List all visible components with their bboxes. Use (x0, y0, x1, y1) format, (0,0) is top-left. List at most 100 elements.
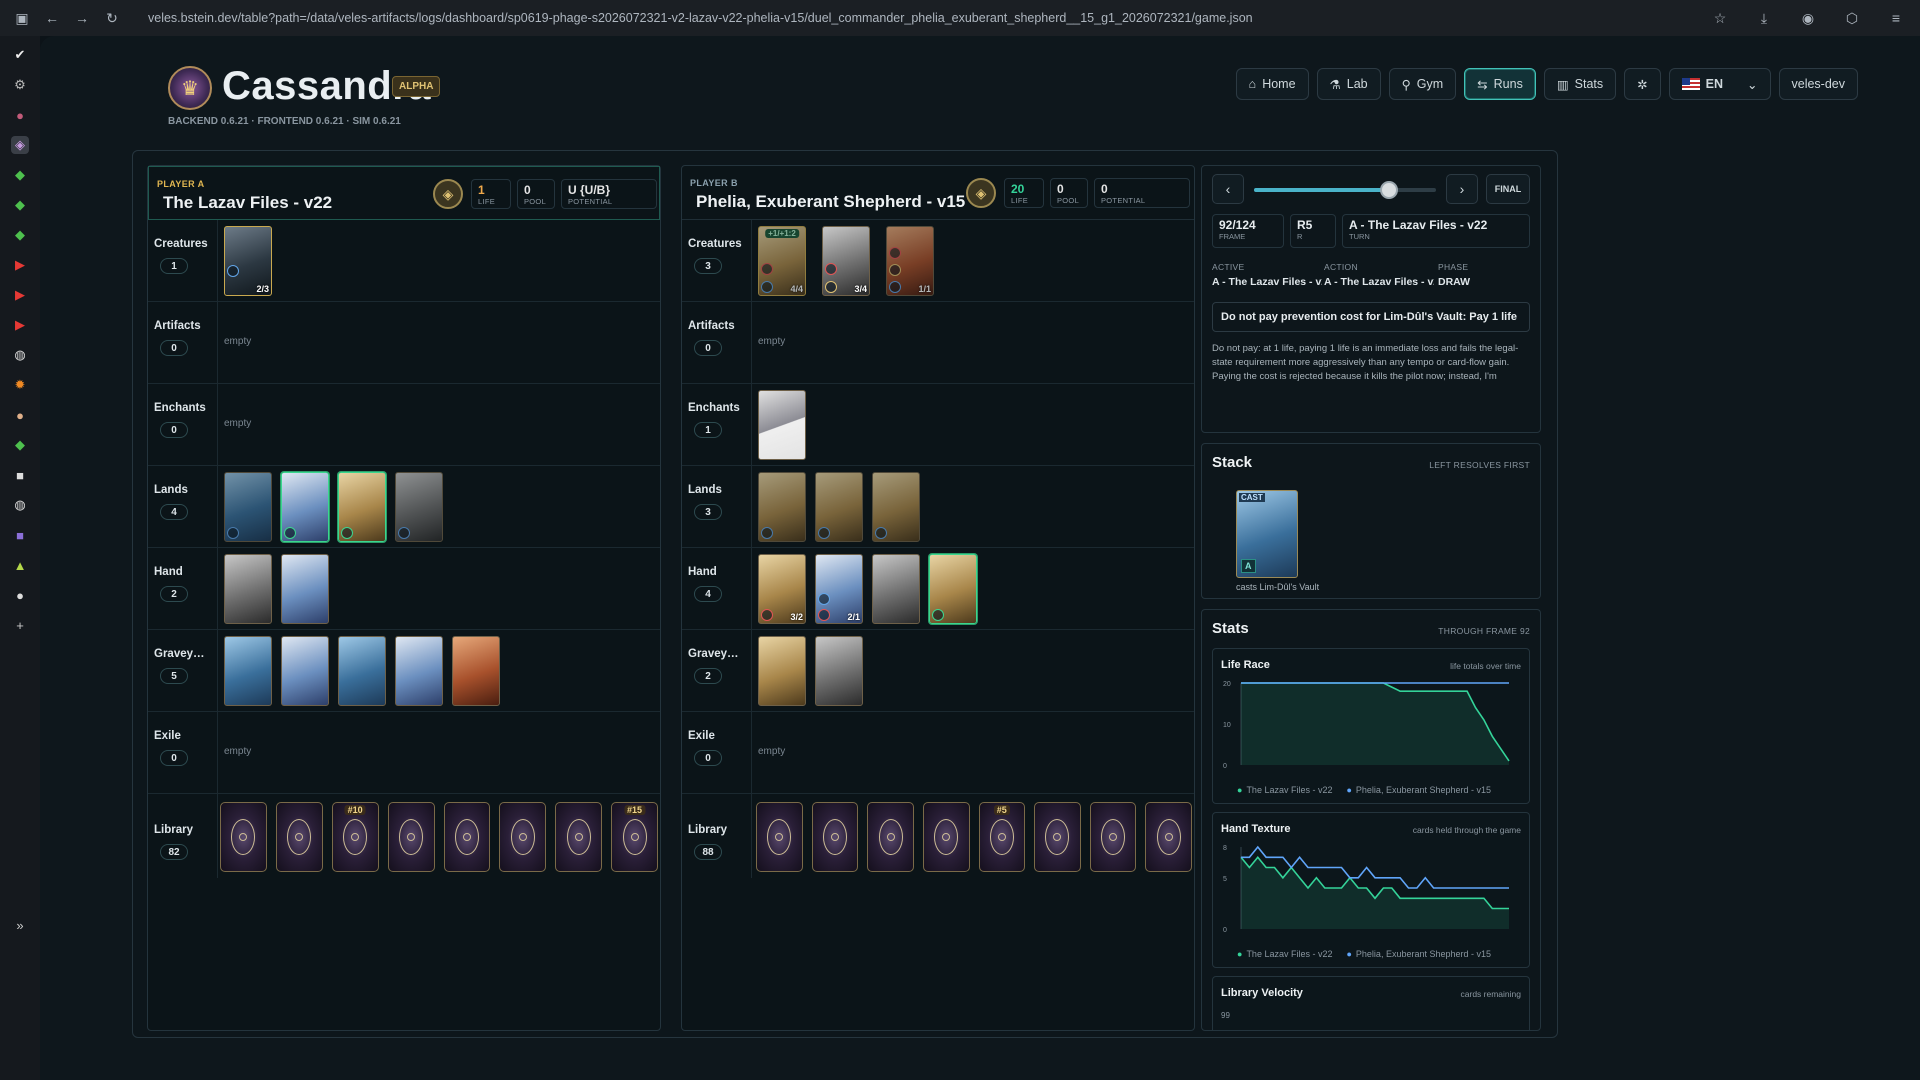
hand-card[interactable]: 3/2 (758, 554, 806, 624)
app-icon[interactable]: ● (11, 106, 29, 124)
graveyard-card[interactable] (758, 636, 806, 706)
back-icon[interactable]: ← (44, 10, 60, 26)
app-icon[interactable]: ◆ (11, 436, 29, 454)
enchantment-card[interactable] (758, 390, 806, 460)
nav-home-button[interactable]: ⌂ Home (1235, 68, 1309, 100)
library-card-back[interactable] (867, 802, 914, 872)
library-card-back[interactable] (1034, 802, 1081, 872)
app-icon[interactable]: ◆ (11, 196, 29, 214)
action-value: A - The Lazav Files - v22 (1324, 276, 1434, 288)
globe-icon[interactable]: ◍ (11, 346, 29, 364)
youtube-icon[interactable]: ▶ (11, 286, 29, 304)
address-bar[interactable]: veles.bstein.dev/table?path=/data/veles-… (148, 11, 1328, 25)
app-icon[interactable]: ✔ (11, 46, 29, 64)
hand-card[interactable] (872, 554, 920, 624)
player-header: PLAYER A The Lazav Files - v22 ◈ 1 LIFE 0… (148, 166, 660, 220)
prohibit-icon (818, 609, 830, 621)
zone-enchants: Enchants 0 empty (148, 384, 660, 466)
library-card-back[interactable] (499, 802, 547, 872)
nav-stats-button[interactable]: ▥ Stats (1543, 68, 1617, 100)
land-card[interactable] (281, 472, 329, 542)
library-card-back[interactable] (220, 802, 267, 872)
library-card-back[interactable] (756, 802, 803, 872)
slider-knob[interactable] (1379, 181, 1398, 199)
zone-name: Creatures (154, 238, 208, 250)
nav-lab-button[interactable]: ⚗ Lab (1316, 68, 1381, 100)
app-icon[interactable]: ✹ (11, 376, 29, 394)
add-icon[interactable]: + (11, 616, 29, 634)
app-icon[interactable]: ◆ (11, 166, 29, 184)
forward-icon[interactable]: → (74, 10, 90, 26)
land-card[interactable] (872, 472, 920, 542)
language-select[interactable]: EN ⌄ (1668, 68, 1771, 100)
user-button[interactable]: veles-dev (1778, 68, 1858, 100)
hand-card[interactable] (281, 554, 329, 624)
graveyard-card[interactable] (395, 636, 443, 706)
graveyard-card[interactable] (224, 636, 272, 706)
y-tick-label: 8 (1223, 845, 1227, 852)
app-icon[interactable]: ▲ (11, 556, 29, 574)
library-card-back[interactable] (811, 802, 859, 872)
creature-card[interactable]: 3/4 (822, 226, 870, 296)
land-card[interactable] (758, 472, 806, 542)
debug-button[interactable]: ✲ (1624, 68, 1661, 100)
commander-icon[interactable]: ◈ (433, 179, 463, 209)
creature-card[interactable]: 1/1 (886, 226, 934, 296)
app-icon[interactable]: ● (11, 586, 29, 604)
zone-count: 4 (694, 586, 722, 602)
app-icon[interactable]: ⚙ (11, 76, 29, 94)
download-icon[interactable]: ⤓ (1756, 10, 1772, 26)
frame-slider[interactable] (1254, 181, 1436, 199)
prev-frame-button[interactable]: ‹ (1212, 174, 1244, 204)
app-icon-active[interactable]: ◈ (11, 136, 29, 154)
player-name: Phelia, Exuberant Shepherd - v15 (696, 192, 966, 211)
hand-card[interactable]: 2/1 (815, 554, 863, 624)
library-card-back[interactable]: #15 (611, 802, 658, 872)
potential-value: 0 (1101, 182, 1108, 196)
graveyard-card[interactable] (338, 636, 386, 706)
commander-icon[interactable]: ◈ (966, 178, 996, 208)
library-card-back[interactable] (555, 802, 603, 872)
hand-card[interactable] (929, 554, 977, 624)
library-card-back[interactable] (275, 802, 323, 872)
library-card-back[interactable] (1145, 802, 1192, 872)
creature-card[interactable]: 2/3 (224, 226, 272, 296)
app-icon[interactable]: ■ (11, 526, 29, 544)
account-icon[interactable]: ◉ (1800, 10, 1816, 26)
app-icon[interactable]: ◆ (11, 226, 29, 244)
app-icon[interactable]: ● (11, 406, 29, 424)
stack-card[interactable]: CAST A (1236, 490, 1298, 578)
creature-card[interactable]: +1/+1:2 4/4 (758, 226, 806, 296)
graveyard-card[interactable] (281, 636, 329, 706)
hand-card[interactable] (224, 554, 272, 624)
app-icon[interactable]: ■ (11, 466, 29, 484)
menu-icon[interactable]: ≡ (1888, 10, 1904, 26)
land-card[interactable] (815, 472, 863, 542)
youtube-icon[interactable]: ▶ (11, 256, 29, 274)
globe-icon[interactable]: ◍ (11, 496, 29, 514)
final-button[interactable]: FINAL (1486, 174, 1530, 204)
graveyard-card[interactable] (815, 636, 863, 706)
life-box: 1 LIFE (471, 179, 511, 209)
graveyard-card[interactable] (452, 636, 500, 706)
library-card-back[interactable] (443, 802, 491, 872)
library-card-back[interactable] (387, 802, 435, 872)
library-card-back[interactable]: #10 (331, 802, 379, 872)
zone-name: Library (688, 824, 727, 836)
library-card-back[interactable] (1089, 802, 1137, 872)
youtube-icon[interactable]: ▶ (11, 316, 29, 334)
reload-icon[interactable]: ↻ (104, 10, 120, 26)
extensions-icon[interactable]: ⬡ (1844, 10, 1860, 26)
land-card[interactable] (395, 472, 443, 542)
sidebar-toggle-icon[interactable]: ▣ (14, 10, 30, 26)
bookmark-icon[interactable]: ☆ (1712, 10, 1728, 26)
nav-gym-button[interactable]: ⚲ Gym (1388, 68, 1457, 100)
expand-icon[interactable]: » (11, 916, 29, 934)
nav-runs-button[interactable]: ⇆ Runs (1464, 68, 1536, 100)
action-description[interactable]: Do not pay prevention cost for Lim-Dûl's… (1212, 302, 1530, 332)
land-card[interactable] (224, 472, 272, 542)
land-card[interactable] (338, 472, 386, 542)
library-card-back[interactable]: #5 (978, 802, 1026, 872)
library-card-back[interactable] (922, 802, 970, 872)
next-frame-button[interactable]: › (1446, 174, 1478, 204)
